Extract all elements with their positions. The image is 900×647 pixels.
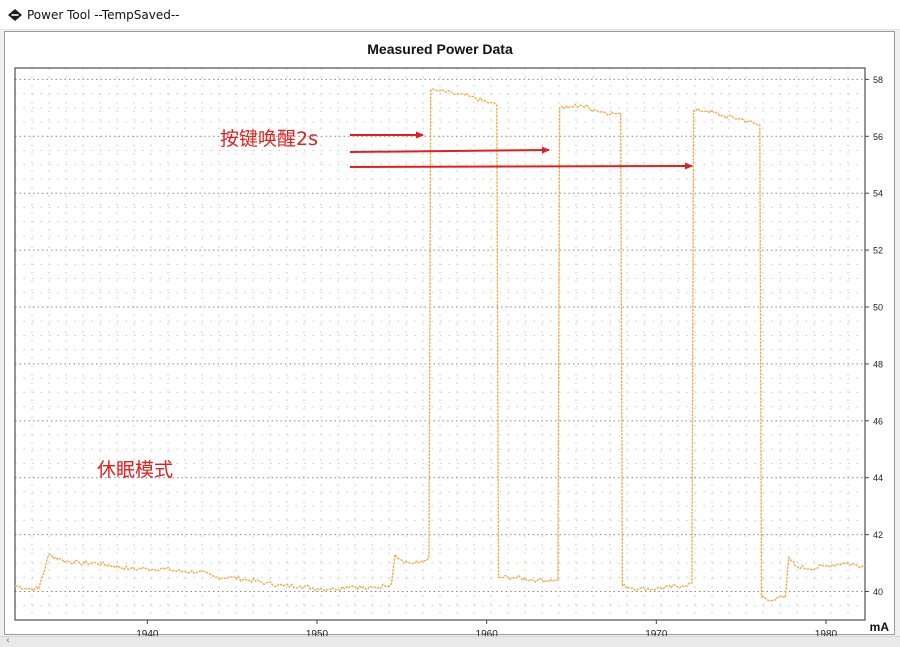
x-tick-label: 1980 <box>815 629 838 636</box>
x-tick-label: 1970 <box>645 629 668 636</box>
chart-panel: Measured Power Data 1940 1950 1960 1970 1980 4… <box>4 31 895 636</box>
y-tick-label: 58 <box>873 75 883 85</box>
y-tick-label: 56 <box>873 132 883 142</box>
window-title: Power Tool --TempSaved-- <box>27 8 180 22</box>
window-titlebar: Power Tool --TempSaved-- <box>0 0 900 30</box>
y-tick-label: 52 <box>873 246 883 256</box>
chart-title: Measured Power Data <box>367 41 513 57</box>
annotation-arrow <box>349 146 550 154</box>
y-tick-label: 48 <box>873 359 883 369</box>
power-series-line <box>14 88 866 602</box>
x-tick-label: 1950 <box>306 629 329 636</box>
scroll-left-icon[interactable]: ‹ <box>6 635 10 647</box>
y-tick-label: 44 <box>873 473 883 483</box>
y-tick-label: 42 <box>873 530 883 540</box>
horizontal-scrollbar[interactable]: ‹ <box>0 635 900 647</box>
y-tick-label: 46 <box>873 416 883 426</box>
y-tick-label: 50 <box>873 303 883 313</box>
y-tick-label: 40 <box>873 587 883 597</box>
y-axis-label: mA <box>870 620 890 634</box>
annotation-arrow <box>349 162 693 170</box>
power-chart: Measured Power Data 1940 1950 1960 1970 1980 4… <box>14 41 890 636</box>
y-tick-label: 54 <box>873 189 883 199</box>
x-tick-label: 1940 <box>136 629 159 636</box>
annotation-wake-label: 按键唤醒2s <box>220 128 318 150</box>
x-tick-label: 1960 <box>476 629 499 636</box>
annotation-sleep-label: 休眠模式 <box>97 459 173 481</box>
power-tool-diamond-icon <box>8 9 22 21</box>
